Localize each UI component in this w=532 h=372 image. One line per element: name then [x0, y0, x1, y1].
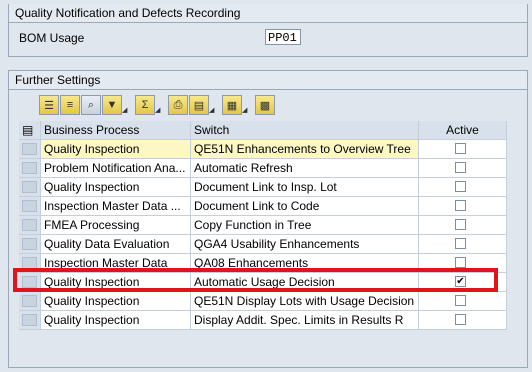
switch-cell: QE51N Display Lots with Usage Decision — [191, 292, 419, 310]
switch-cell: Copy Function in Tree — [191, 216, 419, 234]
active-checkbox[interactable] — [455, 257, 466, 268]
business-process-cell: Quality Inspection — [41, 292, 191, 310]
switch-cell: Document Link to Code — [191, 197, 419, 215]
table-row[interactable]: Quality Inspection Display Addit. Spec. L… — [19, 311, 507, 330]
bom-usage-label: BOM Usage — [19, 31, 85, 45]
table-row[interactable]: Quality Inspection Document Link to Insp.… — [19, 178, 507, 197]
group-header: Quality Notification and Defects Recordi… — [9, 4, 527, 23]
business-process-cell: Quality Data Evaluation — [41, 235, 191, 253]
switch-cell: Document Link to Insp. Lot — [191, 178, 419, 196]
select-all-icon[interactable]: ▤ — [19, 121, 41, 139]
column-header-business-process[interactable]: Business Process — [41, 121, 191, 139]
business-process-cell: Problem Notification Ana... — [41, 159, 191, 177]
filter-icon[interactable]: ▼ ◢ — [102, 95, 127, 115]
active-checkbox[interactable] — [455, 295, 466, 306]
row-selector[interactable] — [19, 311, 41, 329]
row-selector[interactable] — [19, 235, 41, 253]
grid-icon[interactable]: ▩ — [255, 95, 275, 115]
quality-notification-group: Quality Notification and Defects Recordi… — [8, 4, 528, 57]
active-checkbox[interactable] — [455, 143, 466, 154]
business-process-cell: FMEA Processing — [41, 216, 191, 234]
highlight-box — [13, 268, 498, 292]
export-icon[interactable]: ▤ ◢ — [189, 95, 214, 115]
active-checkbox[interactable] — [455, 314, 466, 325]
group-title: Further Settings — [15, 73, 101, 87]
active-checkbox[interactable] — [455, 238, 466, 249]
filter-rows-icon[interactable]: ≡ — [60, 95, 80, 115]
row-selector[interactable] — [19, 216, 41, 234]
column-header-switch[interactable]: Switch — [191, 121, 419, 139]
group-header: Further Settings — [9, 71, 527, 90]
row-selector[interactable] — [19, 178, 41, 196]
row-selector[interactable] — [19, 292, 41, 310]
find-icon[interactable]: ⌕ — [81, 95, 101, 115]
table-row[interactable]: Quality Inspection QE51N Enhancements to … — [19, 140, 507, 159]
active-checkbox[interactable] — [455, 181, 466, 192]
further-settings-group: Further Settings ☰ ≡ ⌕ ▼ ◢ Σ ◢ ⎙ ▤ ◢ ▦ ◢ ▩ ▤… — [8, 70, 528, 368]
table-row[interactable]: Quality Data Evaluation QGA4 Usability En… — [19, 235, 507, 254]
business-process-cell: Quality Inspection — [41, 140, 191, 158]
layout-icon[interactable]: ▦ ◢ — [222, 95, 247, 115]
print-icon[interactable]: ⎙ — [168, 95, 188, 115]
table-row[interactable]: Quality Inspection QE51N Display Lots wit… — [19, 292, 507, 311]
business-process-cell: Quality Inspection — [41, 311, 191, 329]
switch-cell: Automatic Refresh — [191, 159, 419, 177]
active-checkbox[interactable] — [455, 200, 466, 211]
column-header-active[interactable]: Active — [419, 121, 507, 139]
table-row[interactable]: FMEA Processing Copy Function in Tree — [19, 216, 507, 235]
table-row[interactable]: Inspection Master Data ... Document Link … — [19, 197, 507, 216]
switch-cell: QGA4 Usability Enhancements — [191, 235, 419, 253]
chevron-down-icon: ◢ — [122, 107, 128, 114]
business-process-cell: Inspection Master Data ... — [41, 197, 191, 215]
table-header-row: ▤ Business Process Switch Active — [19, 121, 507, 140]
row-selector[interactable] — [19, 197, 41, 215]
row-selector[interactable] — [19, 140, 41, 158]
chevron-down-icon: ◢ — [155, 107, 161, 114]
active-checkbox[interactable] — [455, 219, 466, 230]
row-selector[interactable] — [19, 159, 41, 177]
table-row[interactable]: Problem Notification Ana... Automatic Ref… — [19, 159, 507, 178]
active-checkbox[interactable] — [455, 162, 466, 173]
table-scrollbar[interactable] — [509, 121, 523, 361]
sum-icon[interactable]: Σ ◢ — [135, 95, 160, 115]
chevron-down-icon: ◢ — [209, 107, 215, 114]
details-icon[interactable]: ☰ — [39, 95, 59, 115]
group-title: Quality Notification and Defects Recordi… — [15, 6, 241, 20]
chevron-down-icon: ◢ — [242, 107, 248, 114]
switch-cell: QE51N Enhancements to Overview Tree — [191, 140, 419, 158]
bom-usage-input[interactable]: PP01 — [265, 29, 301, 45]
switch-cell: Display Addit. Spec. Limits in Results R — [191, 311, 419, 329]
business-process-cell: Quality Inspection — [41, 178, 191, 196]
